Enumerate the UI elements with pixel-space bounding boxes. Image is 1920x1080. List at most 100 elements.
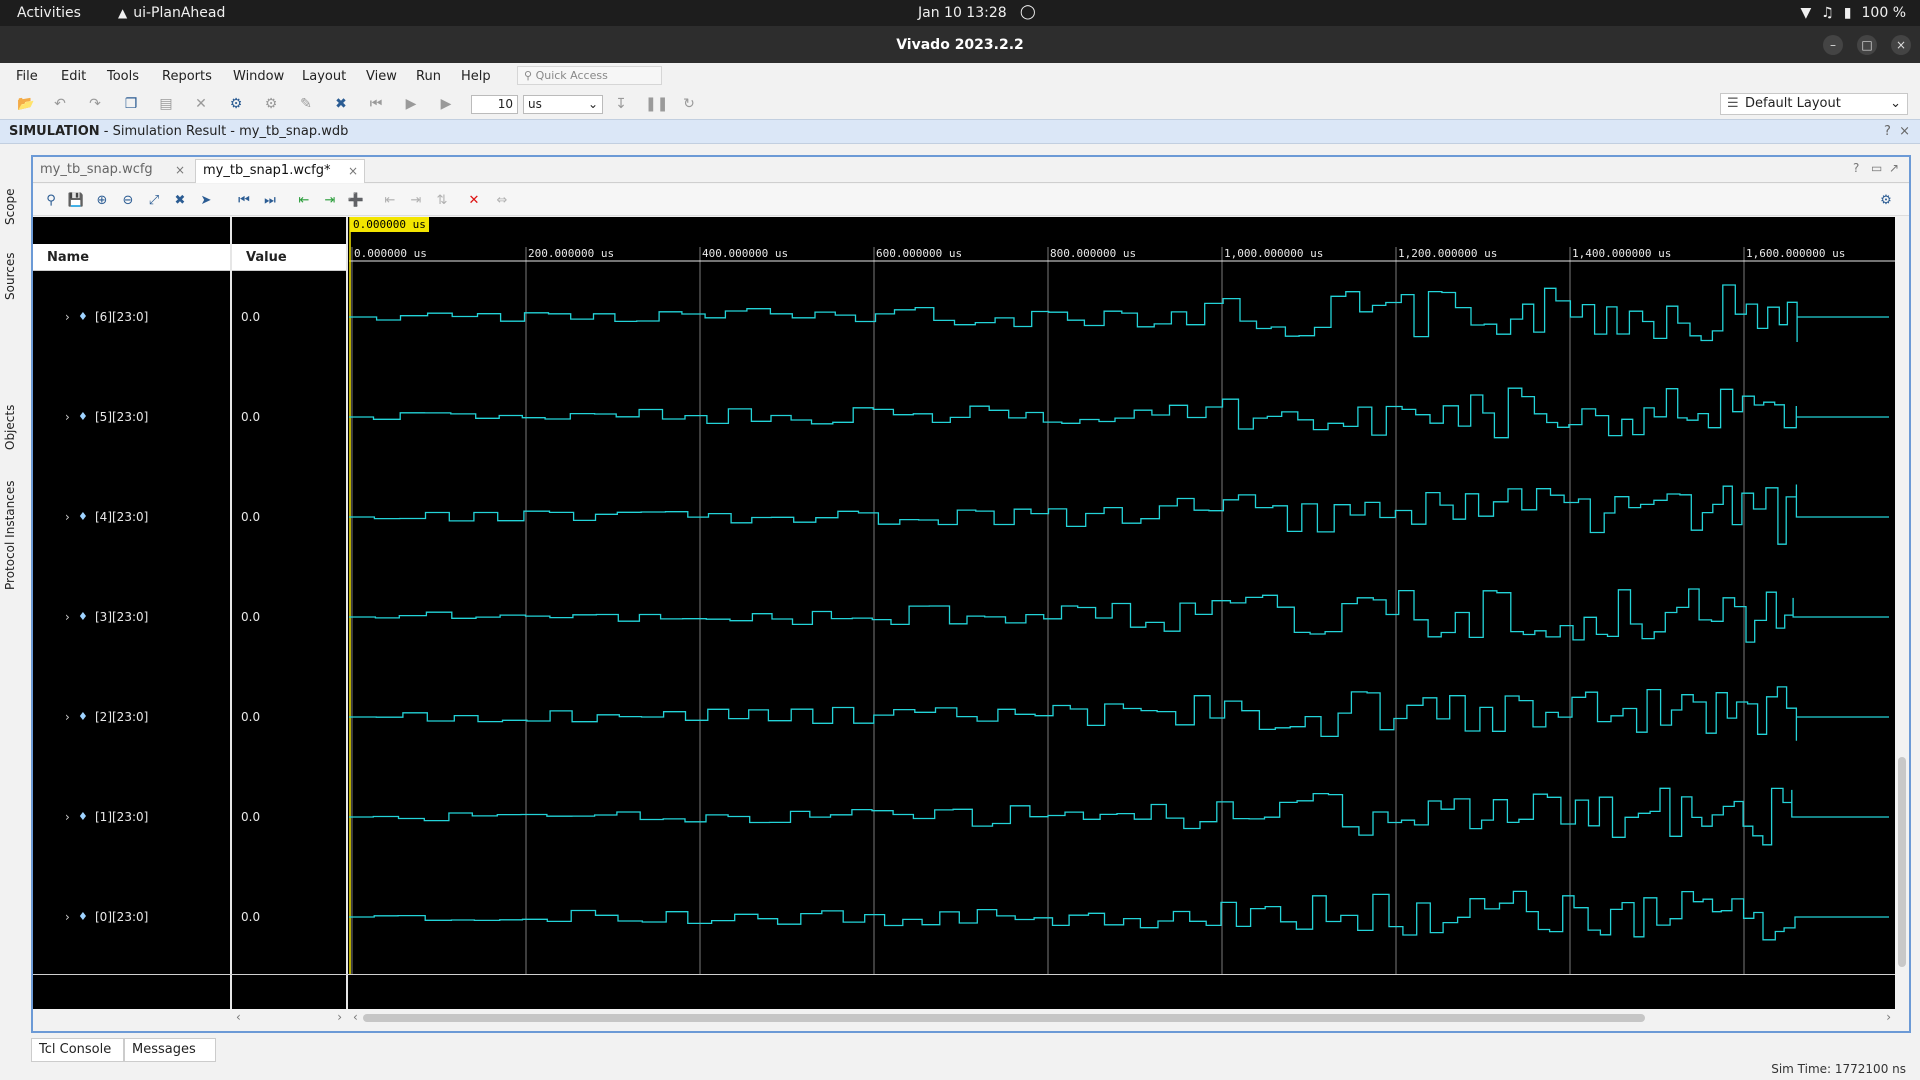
chevron-right-icon[interactable]: ›: [65, 507, 70, 527]
clock[interactable]: Jan 10 13:28: [918, 5, 1007, 21]
go-to-start-icon[interactable]: ⏮: [235, 192, 253, 210]
pause-icon[interactable]: ❚❚: [645, 95, 668, 113]
scroll-right-icon[interactable]: ›: [1886, 1010, 1891, 1024]
step-icon[interactable]: ↧: [612, 95, 630, 113]
restore-icon[interactable]: ▭: [1871, 161, 1882, 175]
menu-reports[interactable]: Reports: [162, 69, 212, 84]
previous-marker-icon[interactable]: ⇤: [381, 192, 399, 210]
maximize-button[interactable]: □: [1857, 35, 1877, 55]
zoom-out-icon[interactable]: ⊖: [119, 192, 137, 210]
save-icon[interactable]: 💾: [67, 192, 85, 210]
chevron-right-icon[interactable]: ›: [65, 307, 70, 327]
window-titlebar: Vivado 2023.2.2 – □ ×: [0, 26, 1920, 63]
chevron-right-icon[interactable]: ›: [65, 607, 70, 627]
tab-my-tb-snap1[interactable]: my_tb_snap1.wcfg* ×: [195, 159, 365, 183]
menu-window[interactable]: Window: [233, 69, 284, 84]
system-tray[interactable]: ▼ ♫ ▮ 100 %: [1800, 5, 1906, 21]
signal-row[interactable]: › ♦ [3][23:0]: [33, 607, 230, 627]
delete-icon[interactable]: ✕: [192, 95, 210, 113]
delete-marker-icon[interactable]: ✕: [465, 192, 483, 210]
menu-file[interactable]: File: [16, 69, 38, 84]
settings-icon[interactable]: ⚙: [227, 95, 245, 113]
settings-gear-icon[interactable]: ⚙: [1877, 192, 1895, 210]
restart-icon[interactable]: ⏮: [367, 95, 385, 113]
paste-icon[interactable]: ▤: [157, 95, 175, 113]
run-all-icon[interactable]: ▶: [402, 95, 420, 113]
tab-my-tb-snap[interactable]: my_tb_snap.wcfg ×: [33, 159, 191, 183]
tab-tcl-console[interactable]: Tcl Console: [31, 1038, 124, 1062]
menu-layout[interactable]: Layout: [302, 69, 346, 84]
chevron-right-icon[interactable]: ›: [65, 407, 70, 427]
signal-name: [3][23:0]: [95, 610, 149, 624]
redo-icon[interactable]: ↷: [86, 95, 104, 113]
menu-tools[interactable]: Tools: [107, 69, 139, 84]
close-window-button[interactable]: ×: [1891, 35, 1911, 55]
quick-access-input[interactable]: ⚲ Quick Access: [517, 66, 662, 85]
close-icon[interactable]: ×: [348, 160, 358, 182]
bus-icon: ♦: [78, 810, 88, 823]
signal-row[interactable]: › ♦ [2][23:0]: [33, 707, 230, 727]
swap-cursors-icon[interactable]: ⇅: [433, 192, 451, 210]
next-transition-icon[interactable]: ⇥: [321, 192, 339, 210]
chevron-right-icon[interactable]: ›: [65, 907, 70, 927]
open-project-icon[interactable]: 📂: [17, 95, 35, 113]
tab-label: my_tb_snap.wcfg: [40, 162, 153, 177]
scroll-left-icon[interactable]: ‹: [236, 1010, 241, 1024]
wave-horizontal-scrollbar[interactable]: ‹ ›: [349, 1009, 1895, 1029]
waveform-plot[interactable]: 0.000000 us 200.000000 us 400.000000 us 600…: [349, 217, 1895, 1009]
menu-run[interactable]: Run: [416, 69, 441, 84]
app-menu[interactable]: ▲ ui-PlanAhead: [118, 5, 225, 21]
help-close-icons[interactable]: ? ×: [1884, 120, 1910, 143]
tools-icon[interactable]: ✖: [332, 95, 350, 113]
signal-row[interactable]: › ♦ [5][23:0]: [33, 407, 230, 427]
go-to-time-icon[interactable]: ➤: [197, 192, 215, 210]
edit-icon[interactable]: ✎: [297, 95, 315, 113]
activities-button[interactable]: Activities: [17, 5, 81, 21]
run-for-icon[interactable]: ▶: [437, 95, 455, 113]
go-to-end-icon[interactable]: ⏭: [261, 192, 279, 210]
system-top-bar: Activities ▲ ui-PlanAhead Jan 10 13:28 ◯…: [0, 0, 1920, 26]
name-header[interactable]: Name: [33, 244, 230, 271]
zoom-to-cursor-icon[interactable]: ✖: [171, 192, 189, 210]
copy-icon[interactable]: ❐: [122, 95, 140, 113]
scroll-right-icon[interactable]: ›: [337, 1010, 342, 1024]
snap-icon[interactable]: ⇔: [493, 192, 511, 210]
signal-row[interactable]: › ♦ [4][23:0]: [33, 507, 230, 527]
undo-icon[interactable]: ↶: [51, 95, 69, 113]
value-horizontal-scrollbar[interactable]: ‹ ›: [232, 1009, 346, 1029]
zoom-in-icon[interactable]: ⊕: [93, 192, 111, 210]
signal-row[interactable]: › ♦ [6][23:0]: [33, 307, 230, 327]
signal-value: 0.0: [241, 510, 261, 524]
search-icon[interactable]: ⚲: [42, 192, 60, 210]
chevron-right-icon[interactable]: ›: [65, 807, 70, 827]
menu-edit[interactable]: Edit: [61, 69, 86, 84]
value-header[interactable]: Value: [232, 244, 346, 271]
next-marker-icon[interactable]: ⇥: [407, 192, 425, 210]
tab-messages[interactable]: Messages: [124, 1038, 216, 1062]
auto-connect-icon[interactable]: ⚙: [262, 95, 280, 113]
help-icon[interactable]: ?: [1853, 161, 1859, 175]
add-marker-icon[interactable]: ➕: [347, 192, 365, 210]
signal-row[interactable]: › ♦ [1][23:0]: [33, 807, 230, 827]
menu-view[interactable]: View: [366, 69, 397, 84]
float-icon[interactable]: ↗: [1889, 161, 1899, 175]
scroll-left-icon[interactable]: ‹: [353, 1010, 358, 1024]
time-tick-label: 800.000000 us: [1050, 247, 1136, 260]
menu-help[interactable]: Help: [461, 69, 491, 84]
previous-transition-icon[interactable]: ⇤: [295, 192, 313, 210]
layout-select[interactable]: ☰ Default Layout ⌄: [1720, 93, 1908, 115]
horizontal-scroll-thumb[interactable]: [363, 1014, 1645, 1022]
value-column-divider[interactable]: [346, 217, 348, 1009]
relaunch-icon[interactable]: ↻: [680, 95, 698, 113]
vertical-scroll-thumb[interactable]: [1898, 757, 1906, 967]
time-unit-select[interactable]: us ⌄: [523, 95, 603, 114]
close-icon[interactable]: ×: [175, 159, 185, 181]
signal-waveform: [349, 387, 1889, 439]
minimize-button[interactable]: –: [1823, 35, 1843, 55]
signal-row[interactable]: › ♦ [0][23:0]: [33, 907, 230, 927]
run-time-input[interactable]: 10: [471, 95, 518, 114]
zoom-fit-icon[interactable]: ⤢: [145, 192, 163, 210]
bus-icon: ♦: [78, 710, 88, 723]
chevron-right-icon[interactable]: ›: [65, 707, 70, 727]
vertical-scrollbar[interactable]: [1895, 217, 1909, 1009]
